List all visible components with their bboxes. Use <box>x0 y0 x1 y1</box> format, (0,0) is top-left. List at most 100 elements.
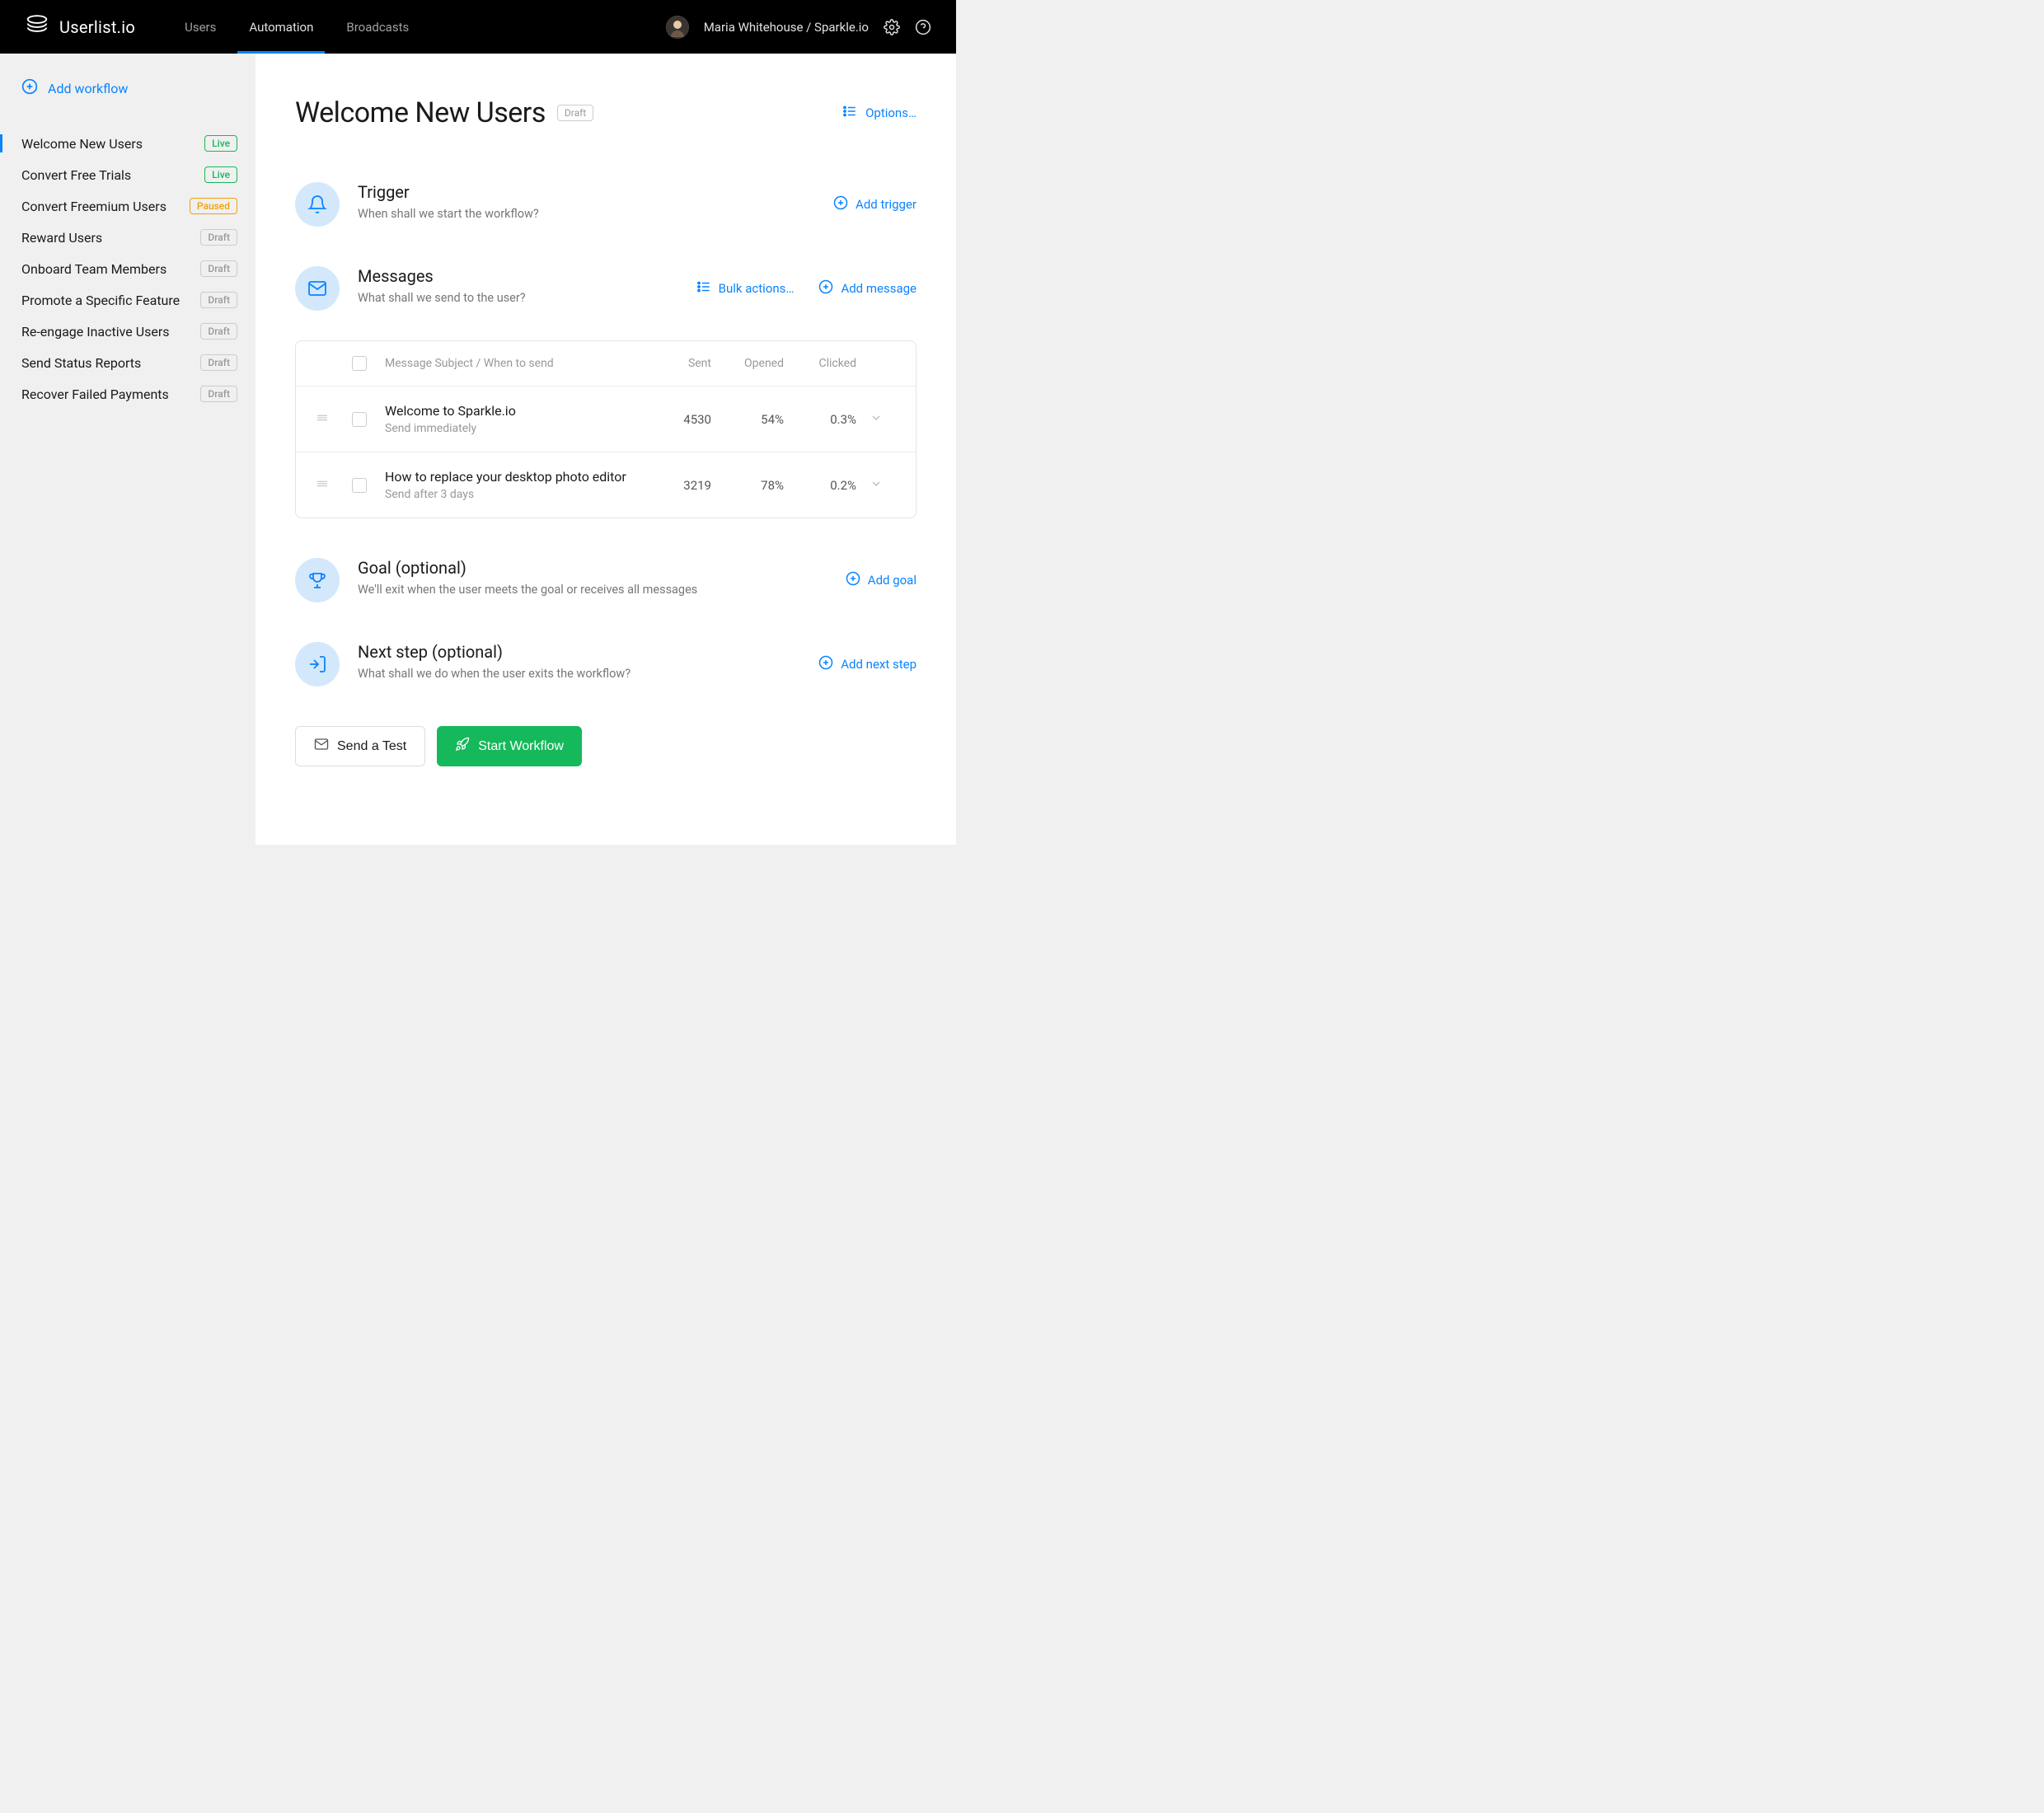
add-workflow-label: Add workflow <box>48 81 128 96</box>
send-test-button[interactable]: Send a Test <box>295 726 425 766</box>
goal-title: Goal (optional) <box>358 558 827 578</box>
workflow-name: Welcome New Users <box>21 136 143 152</box>
send-test-label: Send a Test <box>337 739 406 754</box>
status-badge: Paused <box>190 198 237 214</box>
sidebar-item[interactable]: Reward Users Draft <box>21 222 237 253</box>
workflow-list: Welcome New UsersLiveConvert Free Trials… <box>21 128 237 410</box>
drag-handle-icon[interactable] <box>316 412 329 428</box>
brand-logo[interactable]: Userlist.io <box>25 13 135 41</box>
brand-name: Userlist.io <box>59 17 135 37</box>
page-header: Welcome New Users Draft Options… <box>295 96 917 129</box>
sidebar-item[interactable]: Convert Freemium Users Paused <box>21 190 237 222</box>
goal-section: Goal (optional) We'll exit when the user… <box>295 558 917 602</box>
avatar[interactable] <box>666 16 689 39</box>
plus-circle-icon <box>833 195 848 213</box>
rocket-icon <box>455 737 470 756</box>
add-trigger-button[interactable]: Add trigger <box>833 195 917 213</box>
row-checkbox[interactable] <box>352 478 367 493</box>
row-checkbox[interactable] <box>352 412 367 427</box>
sidebar-item[interactable]: Onboard Team MembersDraft <box>21 253 237 284</box>
sidebar-item[interactable]: Re-engage Inactive Users Draft <box>21 316 237 347</box>
chevron-down-icon[interactable] <box>870 412 883 428</box>
main-content: Welcome New Users Draft Options… Trigger… <box>256 54 956 845</box>
logo-icon <box>25 13 49 41</box>
sidebar-item[interactable]: Recover Failed Payments Draft <box>21 378 237 410</box>
messages-section: Messages What shall we send to the user?… <box>295 266 917 518</box>
bulk-actions-label: Bulk actions… <box>719 281 795 296</box>
trigger-subtitle: When shall we start the workflow? <box>358 207 815 221</box>
sidebar-item[interactable]: Convert Free Trials Live <box>21 159 237 190</box>
topbar-right: Maria Whitehouse / Sparkle.io <box>666 16 931 39</box>
bell-icon <box>295 182 340 227</box>
message-when: Send after 3 days <box>385 488 639 501</box>
status-badge: Draft <box>200 260 237 277</box>
opened-value: 78% <box>761 478 784 493</box>
status-badge: Draft <box>200 354 237 371</box>
status-badge: Draft <box>200 292 237 308</box>
options-label: Options… <box>865 105 917 120</box>
message-subject: How to replace your desktop photo editor <box>385 469 639 485</box>
settings-icon[interactable] <box>884 19 900 35</box>
status-badge: Draft <box>200 323 237 340</box>
sent-value: 3219 <box>683 478 711 493</box>
workflow-name: Convert Free Trials <box>21 167 131 183</box>
envelope-icon <box>314 737 329 756</box>
status-badge: Draft <box>200 386 237 402</box>
start-workflow-button[interactable]: Start Workflow <box>437 726 582 766</box>
nav-automation[interactable]: Automation <box>249 0 313 54</box>
status-badge: Live <box>204 166 237 183</box>
messages-subtitle: What shall we send to the user? <box>358 291 678 305</box>
drag-handle-icon[interactable] <box>316 478 329 494</box>
workflow-name: Reward Users <box>21 230 102 246</box>
main-nav: Users Automation Broadcasts <box>185 0 409 54</box>
topbar: Userlist.io Users Automation Broadcasts … <box>0 0 956 54</box>
next-step-section: Next step (optional) What shall we do wh… <box>295 642 917 686</box>
nav-broadcasts[interactable]: Broadcasts <box>346 0 409 54</box>
sidebar-item[interactable]: Send Status Reports Draft <box>21 347 237 378</box>
workflow-name: Re-engage Inactive Users <box>21 324 170 340</box>
status-badge: Draft <box>200 229 237 246</box>
exit-icon <box>295 642 340 686</box>
col-opened-header: Opened <box>711 357 784 370</box>
add-next-step-button[interactable]: Add next step <box>818 655 917 673</box>
sidebar-item[interactable]: Promote a Specific Feature Draft <box>21 284 237 316</box>
message-when: Send immediately <box>385 422 639 435</box>
sidebar-item[interactable]: Welcome New Users Live <box>21 128 237 159</box>
help-icon[interactable] <box>915 19 931 35</box>
workflow-name: Send Status Reports <box>21 355 141 371</box>
workflow-name: Recover Failed Payments <box>21 386 169 402</box>
add-next-step-label: Add next step <box>841 657 917 672</box>
col-subject-header: Message Subject / When to send <box>385 357 639 370</box>
messages-title: Messages <box>358 266 678 286</box>
user-account-label[interactable]: Maria Whitehouse / Sparkle.io <box>704 20 869 35</box>
table-row[interactable]: How to replace your desktop photo editor… <box>296 452 916 518</box>
workflow-name: Convert Freemium Users <box>21 199 166 214</box>
next-step-title: Next step (optional) <box>358 642 800 662</box>
next-step-subtitle: What shall we do when the user exits the… <box>358 667 800 681</box>
plus-circle-icon <box>846 571 860 589</box>
sent-value: 4530 <box>683 412 711 427</box>
nav-users[interactable]: Users <box>185 0 216 54</box>
add-message-button[interactable]: Add message <box>818 279 917 297</box>
workflow-name: Promote a Specific Feature <box>21 293 180 308</box>
add-goal-button[interactable]: Add goal <box>846 571 917 589</box>
trophy-icon <box>295 558 340 602</box>
add-trigger-label: Add trigger <box>856 197 917 212</box>
list-icon <box>842 104 857 122</box>
select-all-checkbox[interactable] <box>352 356 367 371</box>
chevron-down-icon[interactable] <box>870 478 883 494</box>
clicked-value: 0.3% <box>830 412 856 427</box>
table-row[interactable]: Welcome to Sparkle.ioSend immediately453… <box>296 386 916 452</box>
bulk-actions-button[interactable]: Bulk actions… <box>696 279 795 297</box>
status-badge: Live <box>204 135 237 152</box>
list-icon <box>696 279 711 297</box>
messages-table: Message Subject / When to send Sent Open… <box>295 340 917 518</box>
envelope-icon <box>295 266 340 311</box>
plus-circle-icon <box>21 78 38 98</box>
add-workflow-button[interactable]: Add workflow <box>21 78 237 98</box>
plus-circle-icon <box>818 279 833 297</box>
clicked-value: 0.2% <box>830 478 856 493</box>
options-button[interactable]: Options… <box>842 104 917 122</box>
add-message-label: Add message <box>841 281 917 296</box>
plus-circle-icon <box>818 655 833 673</box>
